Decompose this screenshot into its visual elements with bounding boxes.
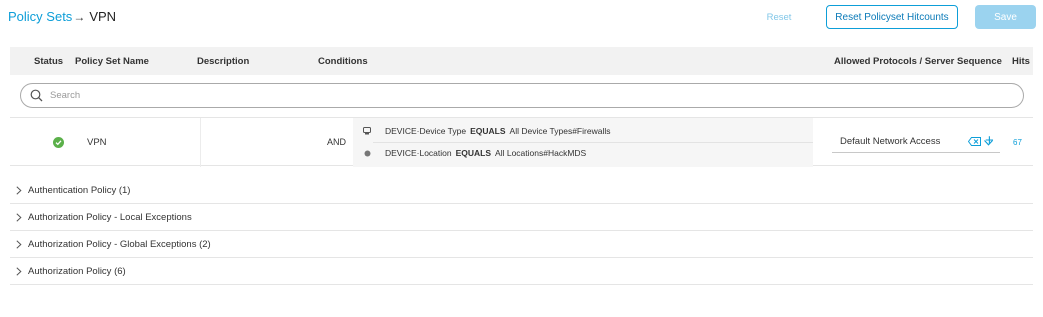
chevron-right-icon [16,266,22,276]
policy-set-name[interactable]: VPN [87,137,107,148]
section-authentication-policy[interactable]: Authentication Policy (1) [10,177,1033,204]
condition-attribute: DEVICE·Device Type [385,126,467,136]
chevron-right-icon [16,239,22,249]
header-description: Description [197,56,250,67]
breadcrumb: Policy Sets → VPN [8,9,116,24]
chevron-right-icon [16,212,22,222]
search-input[interactable] [50,90,950,101]
column-divider [200,118,201,167]
section-label: Authorization Policy - Local Exceptions [28,211,192,223]
header-policy-set-name: Policy Set Name [75,56,149,67]
table-header: Status Policy Set Name Description Condi… [10,47,1033,75]
condition-divider [373,142,813,143]
condition-value: All Locations#HackMDS [495,148,587,158]
header-status: Status [34,56,64,67]
breadcrumb-policy-sets-link[interactable]: Policy Sets [8,9,72,24]
save-button[interactable]: Save [975,5,1036,29]
reset-policyset-hitcounts-button[interactable]: Reset Policyset Hitcounts [826,5,958,29]
condition-operator: AND [327,137,347,147]
allowed-protocols-select[interactable]: Default Network Access [832,131,1000,153]
status-enabled-icon[interactable] [53,137,64,148]
table-row[interactable]: VPN AND DEVICE·Device Type EQUALS All De… [10,117,1033,167]
section-label: Authentication Policy (1) [28,184,131,196]
condition-attribute: DEVICE·Location [385,148,452,158]
device-icon [363,127,371,135]
hits-count[interactable]: 67 [1013,138,1022,147]
condition-operator-label: EQUALS [470,126,506,136]
condition-value: All Device Types#Firewalls [509,126,611,136]
header-allowed-protocols: Allowed Protocols / Server Sequence [834,56,1002,67]
section-authorization-local-exceptions[interactable]: Authorization Policy - Local Exceptions [10,204,1033,231]
search-bar [20,83,1024,108]
breadcrumb-current: VPN [89,9,117,24]
clear-selection-icon[interactable] [967,133,981,151]
section-authorization-policy[interactable]: Authorization Policy (6) [10,258,1033,285]
section-label: Authorization Policy (6) [28,265,126,277]
section-label: Authorization Policy - Global Exceptions… [28,238,211,250]
condition-item: DEVICE·Device Type EQUALS All Device Typ… [363,126,610,136]
header-conditions: Conditions [318,56,368,67]
reset-button[interactable]: Reset [757,8,801,26]
add-icon[interactable]: + [985,132,994,149]
allowed-protocols-value: Default Network Access [840,136,941,147]
condition-item: DEVICE·Location EQUALS All Locations#Hac… [363,148,586,158]
section-authorization-global-exceptions[interactable]: Authorization Policy - Global Exceptions… [10,231,1033,258]
location-icon [363,150,371,157]
header-hits: Hits [1012,56,1030,67]
breadcrumb-arrow: → [73,9,86,24]
policy-set-page: Policy Sets → VPN Reset Reset Policyset … [0,0,1043,317]
search-icon [30,89,43,102]
condition-operator-label: EQUALS [455,148,492,158]
chevron-right-icon [16,185,22,195]
conditions-cell[interactable]: DEVICE·Device Type EQUALS All Device Typ… [353,118,813,167]
